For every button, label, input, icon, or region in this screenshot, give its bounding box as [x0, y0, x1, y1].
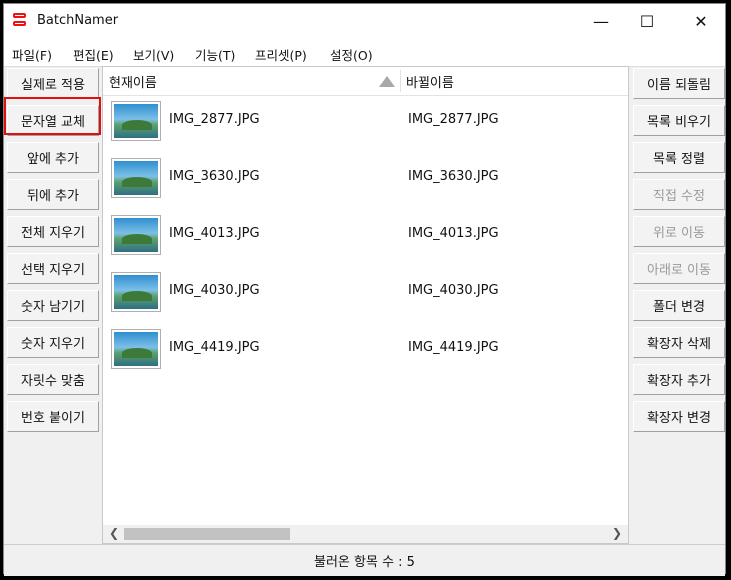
- current-name: IMG_2877.JPG: [169, 112, 260, 127]
- current-name: IMG_4030.JPG: [169, 283, 260, 298]
- keep-numbers-button[interactable]: 숫자 남기기: [7, 290, 99, 321]
- column-divider[interactable]: [400, 70, 401, 92]
- add-numbering-button[interactable]: 번호 붙이기: [7, 401, 99, 432]
- remove-numbers-button[interactable]: 숫자 지우기: [7, 327, 99, 358]
- list-item[interactable]: IMG_4013.JPG IMG_4013.JPG: [103, 209, 628, 265]
- current-name: IMG_4419.JPG: [169, 340, 260, 355]
- undo-rename-button[interactable]: 이름 되돌림: [633, 68, 725, 99]
- new-name: IMG_4419.JPG: [408, 340, 499, 355]
- apply-button[interactable]: 실제로 적용: [7, 68, 99, 99]
- edit-directly-button[interactable]: 직접 수정: [633, 179, 725, 210]
- menu-preset[interactable]: 프리셋(P): [255, 45, 307, 64]
- menu-tools[interactable]: 기능(T): [195, 45, 235, 64]
- move-down-button[interactable]: 아래로 이동: [633, 253, 725, 284]
- prepend-button[interactable]: 앞에 추가: [7, 142, 99, 173]
- right-action-panel: 이름 되돌림 목록 비우기 목록 정렬 직접 수정 위로 이동 아래로 이동 폴…: [630, 66, 727, 544]
- new-name: IMG_3630.JPG: [408, 169, 499, 184]
- new-name: IMG_2877.JPG: [408, 112, 499, 127]
- list-item[interactable]: IMG_4030.JPG IMG_4030.JPG: [103, 266, 628, 322]
- scrollbar-thumb[interactable]: [124, 528, 290, 540]
- selection-highlight-box: [4, 97, 101, 135]
- menu-view[interactable]: 보기(V): [133, 45, 174, 64]
- clear-all-button[interactable]: 전체 지우기: [7, 216, 99, 247]
- clear-list-button[interactable]: 목록 비우기: [633, 105, 725, 136]
- list-item[interactable]: IMG_3630.JPG IMG_3630.JPG: [103, 152, 628, 208]
- column-current-name[interactable]: 현재이름: [109, 72, 157, 91]
- clear-selected-button[interactable]: 선택 지우기: [7, 253, 99, 284]
- minimize-button[interactable]: —: [578, 4, 624, 38]
- remove-extension-button[interactable]: 확장자 삭제: [633, 327, 725, 358]
- image-thumbnail-icon: [111, 101, 161, 141]
- image-thumbnail-icon: [111, 272, 161, 312]
- close-button[interactable]: ✕: [678, 4, 724, 38]
- app-window: BatchNamer — ☐ ✕ 파일(F) 편집(E) 보기(V) 기능(T)…: [3, 3, 727, 576]
- sort-ascending-icon: [379, 76, 395, 87]
- image-thumbnail-icon: [111, 158, 161, 198]
- change-folder-button[interactable]: 폴더 변경: [633, 290, 725, 321]
- menu-edit[interactable]: 편집(E): [73, 45, 114, 64]
- menu-bar: 파일(F) 편집(E) 보기(V) 기능(T) 프리셋(P) 설정(O): [4, 38, 725, 67]
- change-extension-button[interactable]: 확장자 변경: [633, 401, 725, 432]
- menu-file[interactable]: 파일(F): [12, 45, 52, 64]
- status-bar: 불러온 항목 수 : 5: [4, 544, 725, 576]
- list-header: 현재이름 바뀔이름: [103, 67, 628, 96]
- sort-list-button[interactable]: 목록 정렬: [633, 142, 725, 173]
- add-extension-button[interactable]: 확장자 추가: [633, 364, 725, 395]
- pad-digits-button[interactable]: 자릿수 맞춤: [7, 364, 99, 395]
- horizontal-scrollbar[interactable]: ❮ ❯: [103, 525, 628, 543]
- window-title: BatchNamer: [37, 13, 119, 28]
- left-action-panel: 실제로 적용 문자열 교체 앞에 추가 뒤에 추가 전체 지우기 선택 지우기 …: [4, 66, 101, 544]
- app-logo-icon: [12, 13, 28, 29]
- item-count-status: 불러온 항목 수 : 5: [314, 555, 415, 570]
- move-up-button[interactable]: 위로 이동: [633, 216, 725, 247]
- new-name: IMG_4030.JPG: [408, 283, 499, 298]
- title-bar: BatchNamer — ☐ ✕: [4, 4, 725, 38]
- list-item[interactable]: IMG_2877.JPG IMG_2877.JPG: [103, 95, 628, 151]
- new-name: IMG_4013.JPG: [408, 226, 499, 241]
- image-thumbnail-icon: [111, 215, 161, 255]
- current-name: IMG_3630.JPG: [169, 169, 260, 184]
- image-thumbnail-icon: [111, 329, 161, 369]
- list-item[interactable]: IMG_4419.JPG IMG_4419.JPG: [103, 323, 628, 379]
- column-new-name[interactable]: 바뀔이름: [406, 72, 454, 91]
- menu-settings[interactable]: 설정(O): [330, 45, 373, 64]
- append-button[interactable]: 뒤에 추가: [7, 179, 99, 210]
- file-list[interactable]: 현재이름 바뀔이름 IMG_2877.JPG IMG_2877.JPG IMG_…: [102, 66, 629, 544]
- scroll-left-icon[interactable]: ❮: [109, 526, 119, 540]
- current-name: IMG_4013.JPG: [169, 226, 260, 241]
- scroll-right-icon[interactable]: ❯: [612, 526, 622, 540]
- maximize-button[interactable]: ☐: [624, 4, 670, 38]
